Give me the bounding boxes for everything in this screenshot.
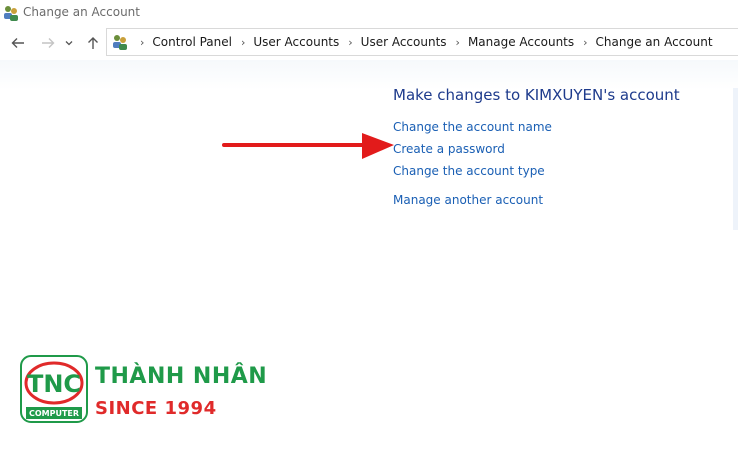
brand-name: THÀNH NHÂN [95, 364, 268, 389]
chevron-right-icon[interactable]: › [348, 36, 352, 49]
chevron-right-icon[interactable]: › [583, 36, 587, 49]
logo-text: TNC [27, 370, 81, 398]
title-bar: Change an Account [0, 0, 738, 26]
breadcrumb-change-account[interactable]: Change an Account [596, 35, 713, 49]
back-button[interactable] [8, 33, 28, 53]
manage-another-account-link[interactable]: Manage another account [393, 193, 543, 207]
create-password-link[interactable]: Create a password [393, 142, 505, 156]
chevron-right-icon[interactable]: › [241, 36, 245, 49]
breadcrumb-manage-accounts[interactable]: Manage Accounts [468, 35, 574, 49]
chevron-right-icon[interactable]: › [456, 36, 460, 49]
user-accounts-icon [113, 35, 127, 50]
breadcrumb-control-panel[interactable]: Control Panel [152, 35, 232, 49]
user-accounts-icon [4, 6, 18, 21]
breadcrumb: › Control Panel › User Accounts › User A… [134, 35, 713, 49]
tnc-logo-icon: TNC COMPUTER [20, 355, 88, 423]
change-account-name-link[interactable]: Change the account name [393, 120, 552, 134]
annotation-arrow-icon [222, 133, 394, 159]
chevron-right-icon[interactable]: › [140, 36, 144, 49]
window-title: Change an Account [23, 5, 140, 19]
chevron-down-icon [65, 41, 73, 46]
page-title: Make changes to KIMXUYEN's account [393, 86, 680, 104]
address-bar[interactable]: › Control Panel › User Accounts › User A… [106, 28, 738, 56]
navigation-bar: › Control Panel › User Accounts › User A… [0, 27, 738, 59]
change-account-type-link[interactable]: Change the account type [393, 164, 545, 178]
breadcrumb-user-accounts[interactable]: User Accounts [253, 35, 339, 49]
arrow-right-icon [42, 38, 55, 48]
arrow-left-icon [11, 38, 24, 48]
breadcrumb-user-accounts-2[interactable]: User Accounts [361, 35, 447, 49]
forward-button[interactable] [38, 33, 58, 53]
recent-locations-button[interactable] [62, 33, 76, 53]
scrollbar-track[interactable] [733, 88, 738, 230]
up-button[interactable] [83, 33, 103, 53]
arrow-up-icon [88, 37, 98, 49]
brand-since: SINCE 1994 [95, 398, 217, 419]
logo-subtext: COMPUTER [29, 409, 79, 418]
